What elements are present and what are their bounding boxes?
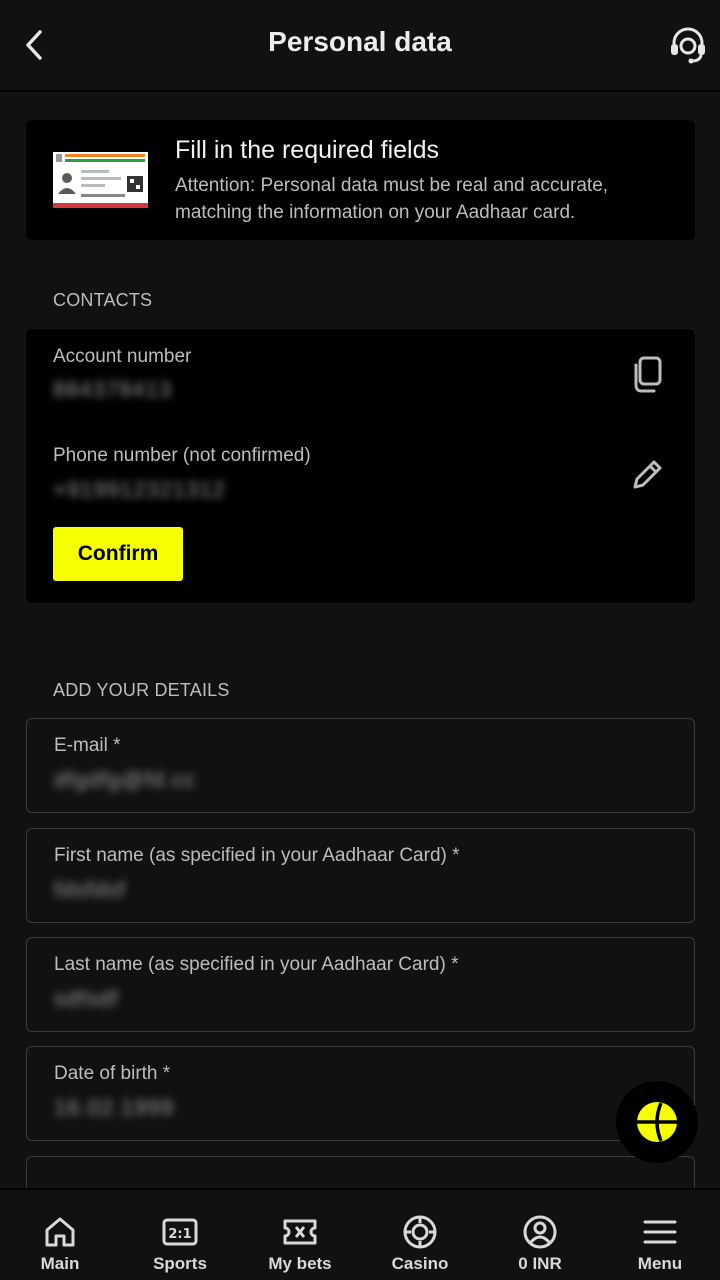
nav-main[interactable]: Main xyxy=(0,1190,120,1280)
first-name-field[interactable]: First name (as specified in your Aadhaar… xyxy=(26,828,695,923)
contacts-card: Account number 884378413 Phone number (n… xyxy=(26,329,695,603)
nav-my-bets[interactable]: My bets xyxy=(240,1190,360,1280)
pencil-icon xyxy=(633,460,662,489)
chip-icon xyxy=(402,1214,438,1250)
aadhaar-info-banner: Fill in the required fields Attention: P… xyxy=(26,120,695,240)
nav-casino-label: Casino xyxy=(391,1254,449,1273)
copy-icon xyxy=(634,356,662,393)
page-title: Personal data xyxy=(268,26,452,57)
nav-main-label: Main xyxy=(40,1254,80,1273)
floating-action-button[interactable] xyxy=(616,1081,698,1163)
email-value: dfgdfg@fd.cc xyxy=(54,767,196,792)
confirm-phone-button[interactable]: Confirm xyxy=(53,527,183,581)
svg-text:2:1: 2:1 xyxy=(168,1227,191,1242)
headset-icon xyxy=(671,27,705,64)
scoreboard-icon: 2:1 xyxy=(162,1214,198,1250)
account-number-value: 884378413 xyxy=(53,377,173,402)
nav-menu[interactable]: Menu xyxy=(600,1190,720,1280)
edit-phone-button[interactable] xyxy=(627,455,667,495)
date-of-birth-field[interactable]: Date of birth * 16.02.1999 xyxy=(26,1046,695,1141)
first-name-label: First name (as specified in your Aadhaar… xyxy=(54,845,460,866)
banner-text: Attention: Personal data must be real an… xyxy=(175,175,609,223)
ticket-icon xyxy=(282,1214,318,1250)
nav-account[interactable]: 0 INR xyxy=(480,1190,600,1280)
details-section-label: ADD YOUR DETAILS xyxy=(53,680,230,700)
menu-icon xyxy=(642,1214,678,1250)
nav-menu-label: Menu xyxy=(637,1254,683,1273)
nav-my-bets-label: My bets xyxy=(268,1254,332,1273)
first-name-value: fdsfdsf xyxy=(54,877,126,902)
email-label: E-mail * xyxy=(54,735,121,756)
nav-sports-label: Sports xyxy=(153,1254,207,1273)
account-number-label: Account number xyxy=(53,346,192,367)
email-field[interactable]: E-mail * dfgdfg@fd.cc xyxy=(26,718,695,813)
sports-ball-icon xyxy=(637,1102,677,1142)
user-icon xyxy=(522,1214,558,1250)
home-icon xyxy=(42,1214,78,1250)
phone-number-label: Phone number (not confirmed) xyxy=(53,445,311,466)
phone-number-value: +919912321312 xyxy=(53,477,226,502)
aadhaar-card-image xyxy=(53,152,148,208)
top-bar: Personal data xyxy=(0,0,720,92)
date-of-birth-value: 16.02.1999 xyxy=(54,1095,175,1120)
nav-balance-label: 0 INR xyxy=(518,1254,562,1273)
last-name-field[interactable]: Last name (as specified in your Aadhaar … xyxy=(26,937,695,1032)
last-name-label: Last name (as specified in your Aadhaar … xyxy=(54,954,459,975)
copy-account-button[interactable] xyxy=(627,355,667,395)
contacts-section-label: CONTACTS xyxy=(53,290,153,310)
last-name-value: sdfsdf xyxy=(54,986,119,1011)
support-button[interactable] xyxy=(666,22,710,68)
nav-casino[interactable]: Casino xyxy=(360,1190,480,1280)
bottom-nav: Main 2:1 Sports My bets Casino 0 INR Men… xyxy=(0,1188,720,1280)
nav-sports[interactable]: 2:1 Sports xyxy=(120,1190,240,1280)
banner-title: Fill in the required fields xyxy=(175,136,440,164)
date-of-birth-label: Date of birth * xyxy=(54,1063,171,1084)
